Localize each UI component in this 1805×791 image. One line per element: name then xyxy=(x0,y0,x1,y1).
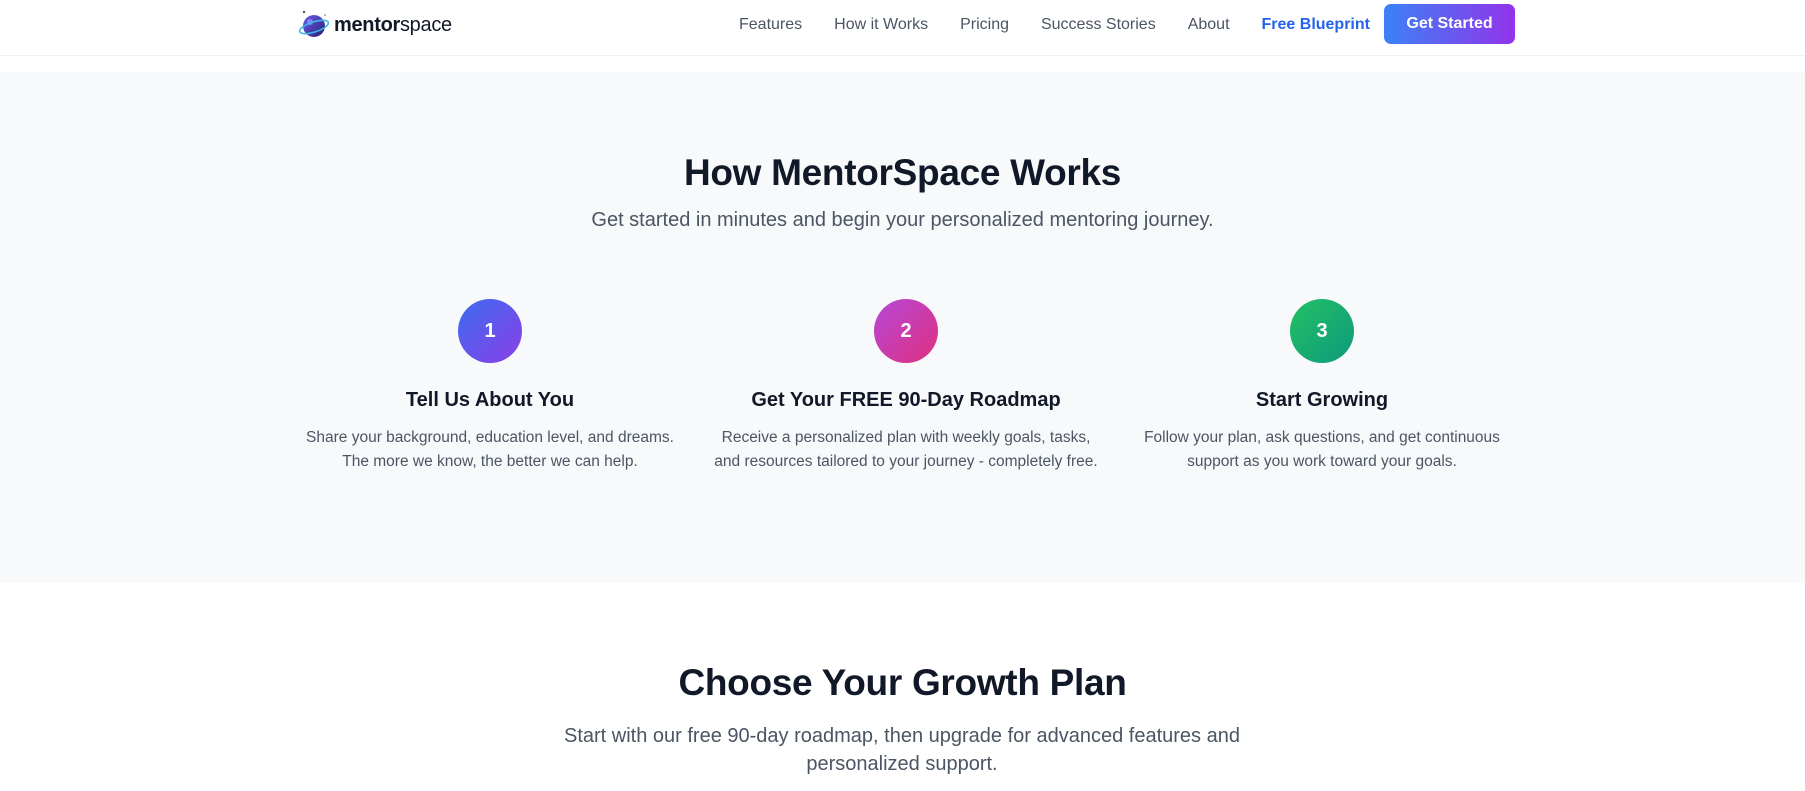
step-card-1: 1 Tell Us About You Share your backgroun… xyxy=(295,299,685,474)
step-title: Tell Us About You xyxy=(405,389,575,411)
nav-link-features[interactable]: Features xyxy=(739,16,802,34)
how-section-title: How MentorSpace Works xyxy=(683,152,1122,193)
top-navbar: mentorspace Features How it Works Pricin… xyxy=(0,0,1805,56)
nav-link-success-stories[interactable]: Success Stories xyxy=(1041,16,1156,34)
step-number-badge: 2 xyxy=(874,299,938,363)
how-it-works-section: How MentorSpace Works Get started in min… xyxy=(0,72,1805,583)
nav-link-how-it-works[interactable]: How it Works xyxy=(834,16,928,34)
step-number-badge: 3 xyxy=(1290,299,1354,363)
logo-wordmark: mentorspace xyxy=(334,13,452,36)
nav-links: Features How it Works Pricing Success St… xyxy=(739,0,1402,50)
step-card-3: 3 Start Growing Follow your plan, ask qu… xyxy=(1127,299,1517,474)
logo[interactable]: mentorspace xyxy=(298,8,452,42)
step-description: Receive a personalized plan with weekly … xyxy=(714,429,1098,470)
step-description: Share your background, education level, … xyxy=(306,429,674,470)
plans-section-title: Choose Your Growth Plan xyxy=(678,662,1127,703)
step-description: Follow your plan, ask questions, and get… xyxy=(1144,429,1500,470)
step-title: Get Your FREE 90-Day Roadmap xyxy=(751,389,1061,411)
how-section-subtitle: Get started in minutes and begin your pe… xyxy=(591,209,1214,231)
nav-link-free-blueprint[interactable]: Free Blueprint xyxy=(1262,16,1370,34)
step-title: Start Growing xyxy=(1255,389,1389,411)
step-card-2: 2 Get Your FREE 90-Day Roadmap Receive a… xyxy=(711,299,1101,474)
step-number-badge: 1 xyxy=(458,299,522,363)
nav-link-pricing[interactable]: Pricing xyxy=(960,16,1009,34)
get-started-button[interactable]: Get Started xyxy=(1384,4,1515,44)
nav-link-about[interactable]: About xyxy=(1188,16,1230,34)
planet-logo-icon xyxy=(298,10,330,37)
plans-section-subtitle: Start with our free 90-day roadmap, then… xyxy=(564,725,1240,775)
